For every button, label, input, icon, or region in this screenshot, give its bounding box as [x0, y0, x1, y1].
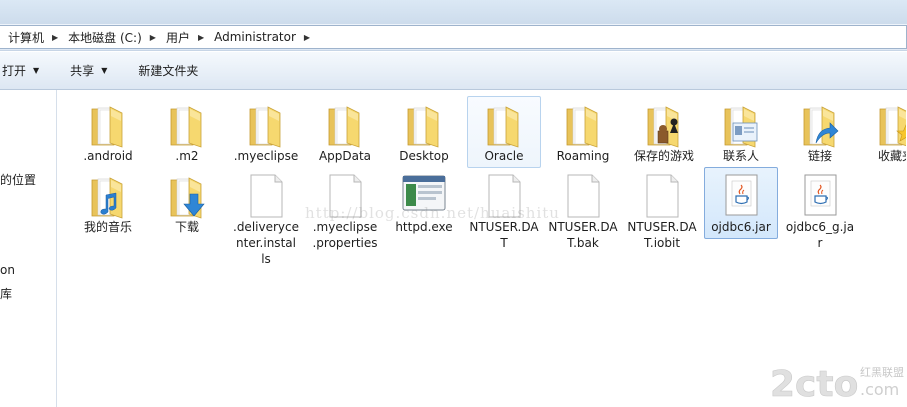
dropdown-arrow-icon: ▼	[101, 66, 108, 75]
file-item[interactable]: Roaming	[546, 96, 620, 168]
chevron-right-icon[interactable]: ▶	[304, 33, 310, 42]
logo-tagline: 红黑联盟	[860, 366, 904, 379]
file-item[interactable]: 保存的游戏	[625, 96, 703, 168]
jar-icon	[725, 174, 758, 216]
file-icon	[250, 174, 283, 218]
breadcrumb-users[interactable]: 用户 ▶	[158, 26, 206, 48]
file-item[interactable]: .android	[71, 96, 145, 168]
file-list[interactable]: .android .m2 .myeclipse AppData Desktop …	[58, 90, 907, 407]
links-folder-icon	[803, 106, 839, 148]
address-bar: 计算机 ▶ 本地磁盘 (C:) ▶ 用户 ▶ Administrator ▶	[0, 24, 907, 51]
folder-icon	[170, 106, 202, 148]
contacts-folder-icon	[724, 106, 758, 148]
music-folder-icon	[91, 177, 123, 219]
jar-icon	[804, 174, 837, 216]
command-bar: 打开 ▼ 共享 ▼ 新建文件夹	[0, 52, 907, 90]
explorer-window: { "breadcrumb": ["计算机", "本地磁盘 (C:)", "用户…	[0, 0, 907, 407]
file-item[interactable]: NTUSER.DA T.iobit	[625, 167, 699, 255]
nav-item-recent-places[interactable]: 的位置	[0, 171, 36, 188]
site-logo: 2cto 红黑联盟 .com	[770, 364, 904, 404]
folder-icon	[249, 106, 281, 148]
file-item[interactable]: .deliveryce nter.instal ls	[229, 167, 303, 271]
breadcrumb[interactable]: 计算机 ▶ 本地磁盘 (C:) ▶ 用户 ▶ Administrator ▶	[0, 25, 907, 49]
file-item[interactable]: AppData	[308, 96, 382, 168]
downloads-folder-icon	[170, 177, 205, 219]
file-item[interactable]: ojdbc6.jar	[704, 167, 778, 239]
file-item[interactable]: httpd.exe	[387, 167, 461, 239]
saved-games-folder-icon	[647, 106, 679, 148]
share-button[interactable]: 共享 ▼	[68, 58, 107, 84]
file-item[interactable]: .myeclipse	[229, 96, 303, 168]
folder-icon	[487, 106, 519, 148]
dropdown-arrow-icon: ▼	[33, 66, 40, 75]
nav-item-location[interactable]: on	[0, 263, 15, 277]
chevron-right-icon[interactable]: ▶	[150, 33, 156, 42]
chevron-right-icon[interactable]: ▶	[52, 33, 58, 42]
file-icon	[567, 174, 600, 218]
file-item[interactable]: 下载	[150, 167, 224, 239]
file-item[interactable]: ojdbc6_g.ja r	[783, 167, 857, 255]
file-item[interactable]: 我的音乐	[71, 167, 145, 239]
watermark: http://blog.csdn.net/huaishitu	[305, 204, 560, 222]
new-folder-button[interactable]: 新建文件夹	[136, 58, 198, 84]
file-item[interactable]: 链接	[783, 96, 857, 168]
file-item[interactable]: 联系人	[704, 96, 778, 168]
favorites-folder-icon	[879, 106, 906, 147]
file-item[interactable]: .m2	[150, 96, 224, 168]
chevron-right-icon[interactable]: ▶	[198, 33, 204, 42]
file-item[interactable]: Oracle	[467, 96, 541, 168]
file-item[interactable]: 收藏夹	[862, 96, 907, 168]
breadcrumb-computer[interactable]: 计算机 ▶	[0, 26, 60, 48]
folder-icon	[566, 106, 598, 148]
logo-domain: .com	[860, 380, 899, 399]
nav-item-libraries[interactable]: 库	[0, 285, 12, 302]
file-item[interactable]: Desktop	[387, 96, 461, 168]
breadcrumb-administrator[interactable]: Administrator ▶	[206, 26, 312, 48]
title-bar	[0, 0, 907, 24]
navigation-pane[interactable]: 的位置 on 库	[0, 90, 57, 407]
breadcrumb-local-disk[interactable]: 本地磁盘 (C:) ▶	[60, 26, 158, 48]
folder-icon	[91, 106, 123, 148]
file-icon	[646, 174, 679, 218]
folder-icon	[328, 106, 360, 148]
open-button[interactable]: 打开 ▼	[0, 58, 39, 84]
folder-icon	[407, 106, 439, 148]
logo-brand: 2cto	[770, 364, 858, 404]
